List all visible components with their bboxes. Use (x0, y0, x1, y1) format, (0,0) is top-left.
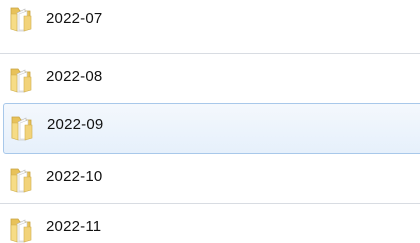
folder-icon (11, 116, 33, 141)
folder-icon (10, 68, 32, 93)
folder-name: 2022-07 (46, 10, 103, 27)
folder-item-2022-08[interactable]: 2022-08 (0, 55, 420, 105)
folder-name: 2022-08 (46, 68, 103, 85)
folder-list: 2022-07 2022-08 2022-09 2022-10 2022-11 (0, 0, 420, 243)
folder-item-2022-07[interactable]: 2022-07 (0, 0, 420, 38)
folder-item-2022-10[interactable]: 2022-10 (0, 155, 420, 205)
folder-item-2022-09[interactable]: 2022-09 (3, 103, 420, 154)
folder-name: 2022-11 (46, 218, 102, 235)
folder-name: 2022-10 (46, 168, 103, 185)
folder-item-2022-11[interactable]: 2022-11 (0, 205, 420, 243)
divider (0, 53, 420, 54)
folder-icon (10, 218, 32, 243)
folder-icon (10, 7, 32, 32)
folder-icon (10, 168, 32, 193)
divider (0, 203, 420, 204)
folder-name: 2022-09 (47, 116, 104, 133)
